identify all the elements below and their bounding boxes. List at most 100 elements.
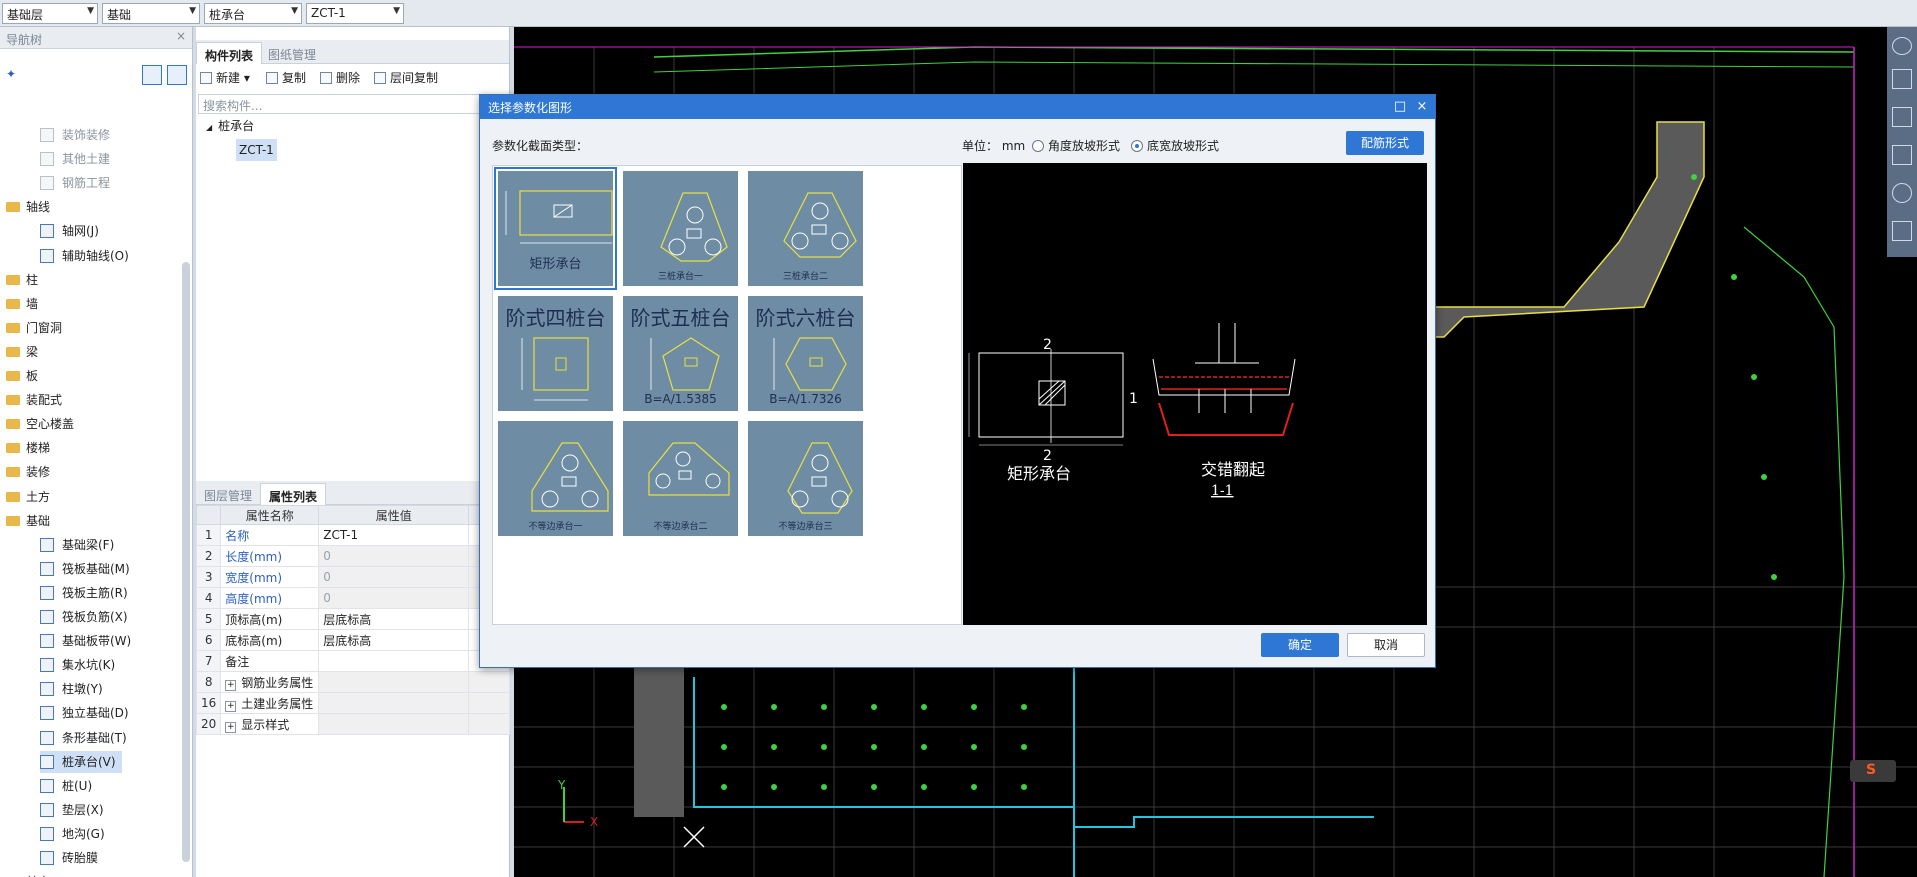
shape-thumbnail[interactable]: 三桩承台一 [623, 171, 738, 286]
property-value[interactable]: 0 [318, 587, 470, 609]
nav-item[interactable]: 装饰装修 [40, 124, 116, 146]
nav-folder[interactable]: 轴线 [6, 196, 50, 218]
nav-folder[interactable]: 梁 [6, 341, 38, 363]
property-value[interactable]: 层底标高 [318, 608, 470, 630]
nav-item[interactable]: 桩(U) [40, 775, 98, 797]
rotate-icon[interactable] [1892, 183, 1912, 203]
property-row[interactable]: 4 高度(mm) 0 [195, 587, 510, 609]
property-row[interactable]: 8 + 钢筋业务属性 [195, 671, 510, 693]
expand-plus-icon[interactable]: + [225, 700, 237, 712]
nav-item[interactable]: 地沟(G) [40, 823, 111, 845]
property-value[interactable]: ZCT-1 [318, 524, 470, 546]
expand-plus-icon[interactable]: + [225, 679, 237, 691]
3d-view-icon[interactable] [1892, 69, 1912, 89]
tree-child-zct1[interactable]: ZCT-1 [236, 139, 277, 161]
floor-combo[interactable]: 基础层 ▼ [2, 3, 98, 24]
nav-folder[interactable]: 其它 [6, 871, 50, 877]
list-view-icon[interactable] [142, 65, 162, 85]
radio-angle-slope[interactable]: 角度放坡形式 [1032, 137, 1120, 154]
ime-toolbar[interactable]: S [1850, 760, 1896, 782]
nav-item[interactable]: 柱墩(Y) [40, 678, 109, 700]
shape-thumbnail[interactable]: 三桩承台二 [748, 171, 863, 286]
maximize-icon[interactable]: □ [1391, 98, 1409, 116]
grid-view-icon[interactable] [1892, 221, 1912, 241]
property-value[interactable]: 0 [318, 545, 470, 567]
property-row[interactable]: 20 + 显示样式 [195, 713, 510, 735]
nav-folder[interactable]: 基础 [6, 510, 50, 532]
nav-item[interactable]: 筏板基础(M) [40, 558, 136, 580]
property-value[interactable]: 层底标高 [318, 629, 470, 651]
new-button[interactable]: 新建 ▾ [200, 69, 250, 89]
nav-item[interactable]: 筏板主筋(R) [40, 582, 134, 604]
nav-folder[interactable]: 装修 [6, 461, 50, 483]
nav-folder[interactable]: 墙 [6, 293, 38, 315]
shape-thumbnail[interactable]: 阶式五桩台 B=A/1.5385 [623, 296, 738, 411]
nav-item[interactable]: 垫层(X) [40, 799, 110, 821]
property-row[interactable]: 3 宽度(mm) 0 [195, 566, 510, 588]
property-row[interactable]: 7 备注 [195, 650, 510, 672]
tree-view-icon[interactable] [167, 65, 187, 85]
component-combo[interactable]: ZCT-1 ▼ [306, 3, 404, 24]
copy-button[interactable]: 复制 [266, 69, 306, 89]
render-icon[interactable] [1892, 37, 1912, 55]
category-combo[interactable]: 基础 ▼ [102, 3, 200, 24]
box-view-icon[interactable] [1892, 145, 1912, 165]
cancel-button[interactable]: 取消 [1347, 633, 1425, 657]
shape-thumbnail[interactable]: 不等边承台二 [623, 421, 738, 536]
component-search-input[interactable]: 搜索构件... [198, 94, 508, 114]
property-value[interactable] [318, 650, 470, 672]
nav-item[interactable]: 集水坑(K) [40, 654, 121, 676]
pin-icon[interactable]: ✦ [6, 67, 16, 81]
nav-folder[interactable]: 空心楼盖 [6, 413, 74, 435]
floor-copy-button[interactable]: 层间复制 [374, 69, 438, 89]
tab-property-list[interactable]: 属性列表 [260, 483, 327, 505]
nav-item[interactable]: 基础梁(F) [40, 534, 120, 556]
tab-component-list[interactable]: 构件列表 [196, 42, 263, 64]
nav-item[interactable]: 轴网(J) [40, 220, 105, 242]
property-row[interactable]: 1 名称 ZCT-1 [195, 524, 510, 546]
shape-thumbnail[interactable]: 阶式六桩台 B=A/1.7326 [748, 296, 863, 411]
nav-item[interactable]: 筏板负筋(X) [40, 606, 134, 628]
type-combo[interactable]: 桩承台 ▼ [204, 3, 302, 24]
property-row[interactable]: 16 + 土建业务属性 [195, 692, 510, 714]
tab-layer-manage[interactable]: 图层管理 [196, 483, 260, 505]
property-value[interactable] [318, 671, 470, 693]
shape-thumbnail[interactable]: 不等边承台三 [748, 421, 863, 536]
shape-thumbnail[interactable]: 不等边承台一 [498, 421, 613, 536]
nav-item[interactable]: 其他土建 [40, 148, 116, 170]
property-row[interactable]: 2 长度(mm) 0 [195, 545, 510, 567]
delete-button[interactable]: 删除 [320, 69, 360, 89]
nav-item[interactable]: 独立基础(D) [40, 702, 135, 724]
nav-folder[interactable]: 装配式 [6, 389, 62, 411]
plan-view-icon[interactable] [1892, 107, 1912, 127]
property-row[interactable]: 6 底标高(m) 层底标高 [195, 629, 510, 651]
property-value[interactable]: 0 [318, 566, 470, 588]
property-value[interactable] [318, 692, 470, 714]
nav-folder[interactable]: 板 [6, 365, 38, 387]
folder-icon [6, 515, 20, 526]
close-icon[interactable]: × [1413, 98, 1431, 116]
nav-item[interactable]: 钢筋工程 [40, 172, 116, 194]
nav-folder[interactable]: 楼梯 [6, 437, 50, 459]
nav-folder[interactable]: 柱 [6, 269, 38, 291]
radio-width-slope[interactable]: 底宽放坡形式 [1131, 137, 1219, 154]
nav-item[interactable]: 条形基础(T) [40, 727, 133, 749]
ok-button[interactable]: 确定 [1261, 633, 1339, 657]
tree-root[interactable]: ◢ 桩承台 [206, 115, 254, 137]
tab-drawing-manage[interactable]: 图纸管理 [260, 42, 324, 64]
nav-item[interactable]: 砖胎膜 [40, 847, 104, 869]
nav-item[interactable]: 辅助轴线(O) [40, 245, 135, 267]
property-name-text: 名称 [225, 528, 250, 543]
nav-item[interactable]: 桩承台(V) [40, 750, 122, 773]
shape-thumbnail[interactable]: 矩形承台 [494, 167, 617, 290]
shape-thumbnail[interactable]: 阶式四桩台 [498, 296, 613, 411]
expand-plus-icon[interactable]: + [225, 721, 237, 733]
nav-item[interactable]: 基础板带(W) [40, 630, 137, 652]
nav-scrollbar[interactable] [182, 262, 190, 862]
property-row[interactable]: 5 顶标高(m) 层底标高 [195, 608, 510, 630]
close-icon[interactable]: × [176, 29, 186, 43]
nav-folder[interactable]: 土方 [6, 486, 50, 508]
rebar-form-button[interactable]: 配筋形式 [1346, 131, 1424, 155]
nav-folder[interactable]: 门窗洞 [6, 317, 62, 339]
property-value[interactable] [318, 713, 470, 735]
